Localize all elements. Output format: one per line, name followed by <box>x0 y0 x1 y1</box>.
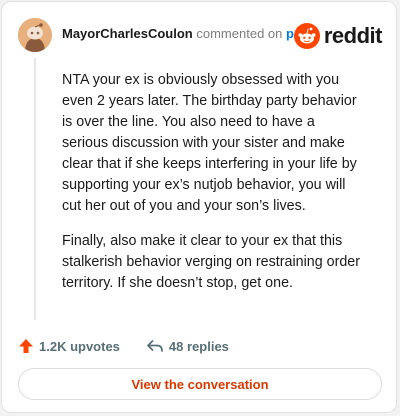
comment-paragraph: NTA your ex is obviously obsessed with y… <box>62 72 357 214</box>
comment-stats: 1.2K upvotes 48 replies <box>18 336 255 356</box>
comment-paragraph: Finally, also make it clear to your ex t… <box>62 233 361 291</box>
user-avatar[interactable] <box>18 18 52 52</box>
reply-count[interactable]: 48 replies <box>146 338 229 354</box>
reddit-wordmark: reddit <box>323 23 383 48</box>
upvote-count[interactable]: 1.2K upvotes <box>18 338 120 354</box>
view-conversation-button[interactable]: View the conversation <box>18 368 382 400</box>
upvote-arrow-icon <box>19 339 33 353</box>
username-link[interactable]: MayorCharlesCoulon <box>62 26 193 41</box>
reply-count-label: 48 replies <box>168 338 229 354</box>
action-text: commented on <box>196 26 283 41</box>
avatar-snoo-icon <box>18 18 52 52</box>
upvote-count-label: 1.2K upvotes <box>39 338 120 354</box>
reddit-snoo-icon <box>293 23 320 49</box>
thread-line <box>34 58 36 320</box>
reddit-logo[interactable]: reddit <box>293 22 383 50</box>
comment-body: NTA your ex is obviously obsessed with y… <box>62 70 362 308</box>
comment-byline: MayorCharlesCoulon commented on post <box>62 25 313 43</box>
reply-arrow-icon <box>147 340 163 352</box>
embedded-comment-card: MayorCharlesCoulon commented on post red… <box>1 1 397 413</box>
comment-header: MayorCharlesCoulon commented on post red… <box>2 2 396 68</box>
